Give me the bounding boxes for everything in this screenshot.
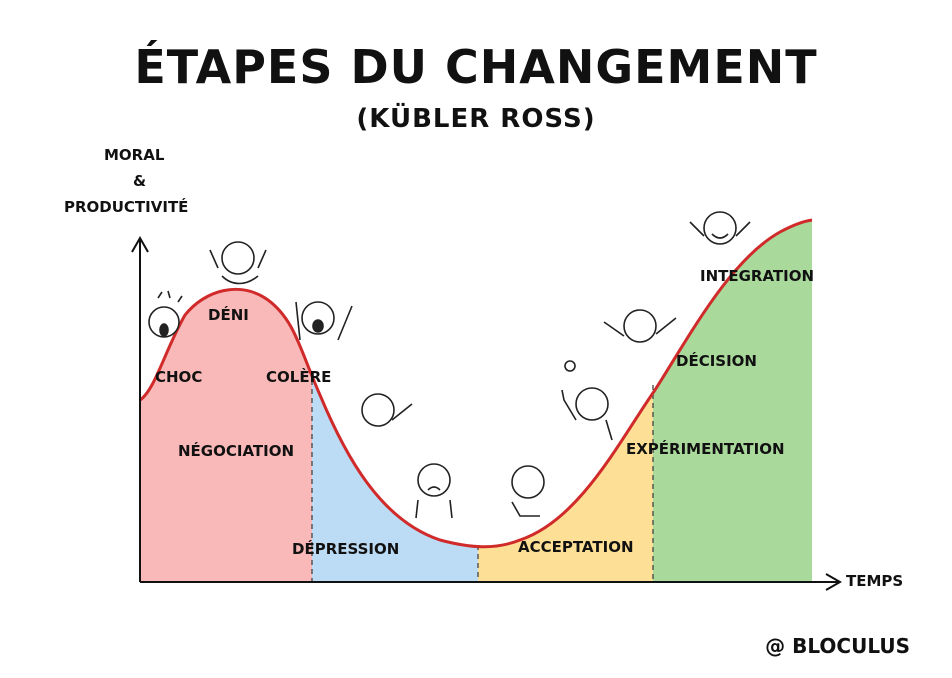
label-depression: DÉPRESSION (292, 540, 400, 558)
depressed-figure-icon (415, 463, 453, 519)
bargaining-figure-icon (361, 393, 413, 427)
angry-figure-icon (295, 301, 353, 341)
denial-figure-icon (209, 241, 267, 285)
zone-yellow (478, 220, 653, 582)
label-integration: INTEGRATION (700, 267, 815, 285)
zone-green (653, 220, 812, 582)
zone-blue (312, 220, 478, 582)
idea-figure-icon (561, 360, 613, 441)
shocked-figure-icon (148, 290, 183, 338)
label-deni: DÉNI (208, 306, 249, 324)
credit-text: @ BLOCULUS (765, 634, 910, 658)
decision-figure-icon (603, 309, 677, 343)
label-decision: DÉCISION (676, 352, 757, 370)
celebrating-figure-icon (689, 211, 751, 245)
label-colere: COLÈRE (266, 368, 332, 386)
label-negociation: NÉGOCIATION (178, 442, 295, 460)
label-choc: CHOC (155, 368, 203, 386)
label-experimentation: EXPÉRIMENTATION (626, 440, 785, 458)
thinking-figure-icon (511, 465, 545, 517)
change-curve-diagram (131, 211, 843, 591)
x-axis-label: TEMPS (846, 572, 904, 590)
label-acceptation: ACCEPTATION (518, 538, 634, 556)
